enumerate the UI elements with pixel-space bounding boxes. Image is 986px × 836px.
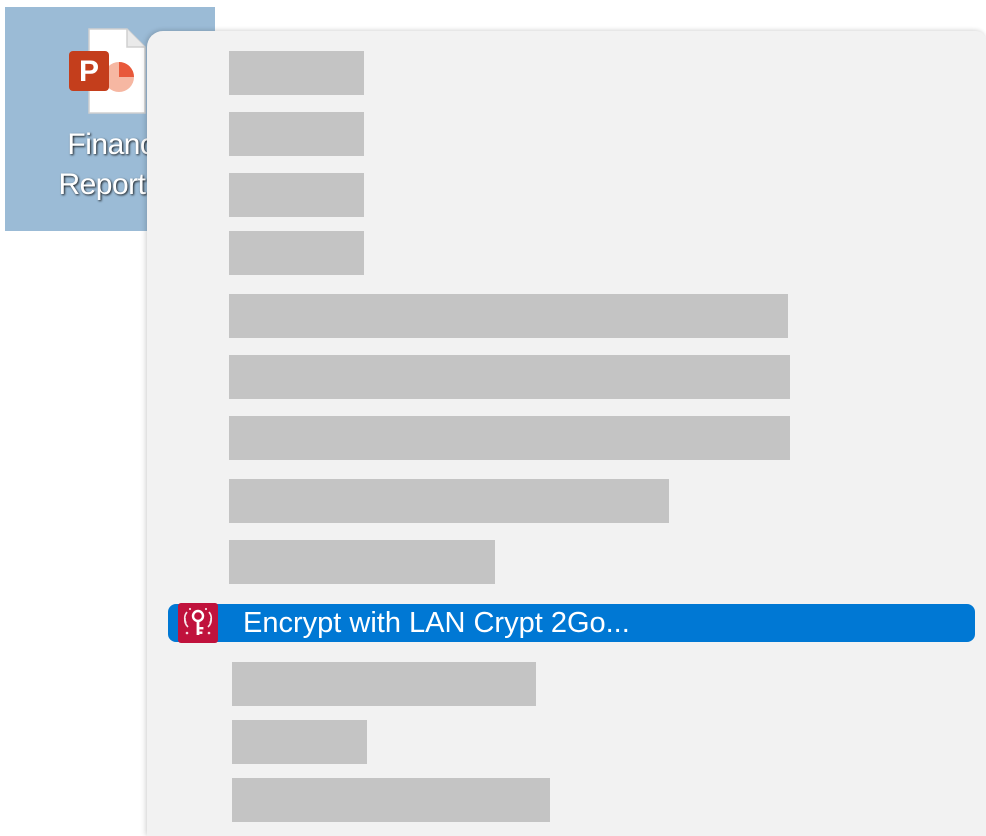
redacted-menu-item[interactable] xyxy=(229,355,790,399)
redacted-menu-item[interactable] xyxy=(229,479,669,523)
redacted-menu-item[interactable] xyxy=(232,778,550,822)
redacted-menu-item[interactable] xyxy=(229,231,364,275)
svg-text:P: P xyxy=(79,55,99,88)
redacted-menu-item[interactable] xyxy=(229,416,790,460)
redacted-menu-item[interactable] xyxy=(229,112,364,156)
redacted-menu-item[interactable] xyxy=(229,173,364,217)
redacted-menu-item[interactable] xyxy=(232,720,367,764)
powerpoint-file-icon: P xyxy=(69,28,146,114)
redacted-menu-item[interactable] xyxy=(229,51,364,95)
redacted-menu-item[interactable] xyxy=(229,540,495,584)
lan-crypt-icon xyxy=(178,603,218,643)
redacted-menu-item[interactable] xyxy=(229,294,788,338)
redacted-menu-item[interactable] xyxy=(232,662,536,706)
desktop: P Financi Report.p Encrypt with LAN Cryp… xyxy=(0,0,986,836)
menu-item-label: Encrypt with LAN Crypt 2Go... xyxy=(243,607,630,639)
